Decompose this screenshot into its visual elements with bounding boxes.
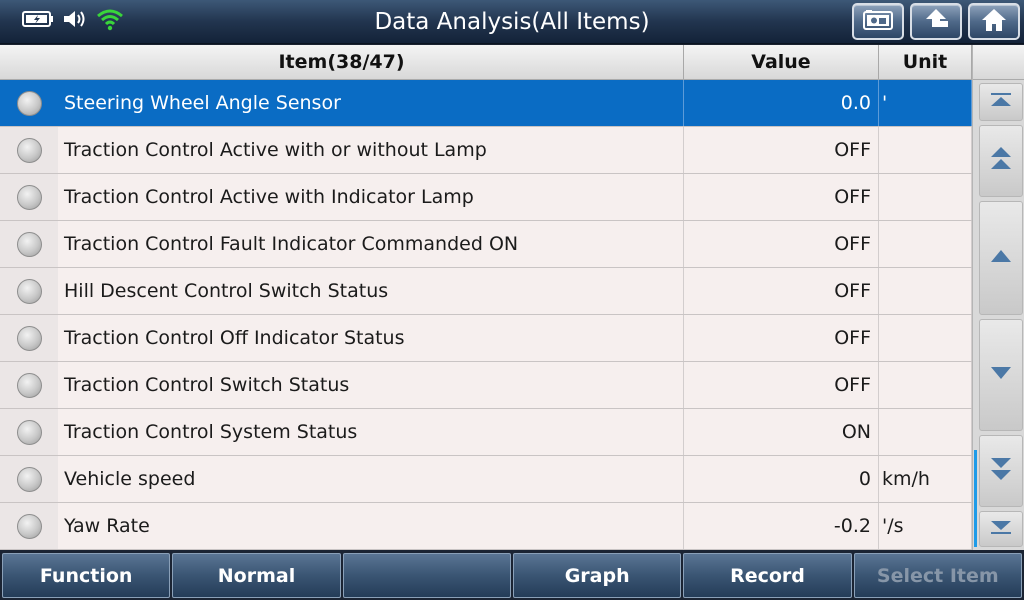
item-value: OFF (684, 362, 879, 408)
item-value: OFF (684, 174, 879, 220)
screenshot-icon (863, 9, 893, 35)
function-button[interactable]: Function (2, 553, 171, 598)
item-value: -0.2 (684, 503, 879, 549)
column-header-item[interactable]: Item(38/47) (0, 45, 684, 79)
item-name: Traction Control Switch Status (64, 374, 350, 396)
scroll-bottom-icon (989, 519, 1013, 539)
select-item-button[interactable]: Select Item (853, 553, 1022, 598)
item-name: Traction Control Off Indicator Status (64, 327, 405, 349)
item-unit (879, 409, 972, 455)
item-unit: km/h (879, 456, 972, 502)
item-unit (879, 174, 972, 220)
column-header-unit: Unit (879, 45, 972, 79)
table-row[interactable]: Traction Control Switch Status OFF (0, 362, 972, 409)
home-button[interactable] (968, 3, 1020, 40)
item-value: OFF (684, 127, 879, 173)
data-table: Item(38/47) Value Unit Steering Wheel An… (0, 45, 972, 550)
item-name: Hill Descent Control Switch Status (64, 280, 389, 302)
screenshot-button[interactable] (852, 3, 904, 40)
header-buttons (852, 3, 1020, 40)
item-unit: ' (879, 80, 972, 126)
radio-button[interactable] (16, 419, 42, 445)
item-value: 0.0 (684, 80, 879, 126)
page-down-button[interactable] (979, 435, 1023, 507)
radio-button[interactable] (16, 90, 42, 116)
page-up-button[interactable] (979, 125, 1023, 197)
item-name: Traction Control Active with Indicator L… (64, 186, 474, 208)
item-unit (879, 362, 972, 408)
back-icon (922, 7, 950, 37)
table-row[interactable]: Traction Control System Status ON (0, 409, 972, 456)
radio-button[interactable] (16, 466, 42, 492)
double-chevron-up-icon (989, 146, 1013, 176)
radio-button[interactable] (16, 184, 42, 210)
back-button[interactable] (910, 3, 962, 40)
item-unit: '/s (879, 503, 972, 549)
scroll-top-icon (989, 92, 1013, 112)
graph-button[interactable]: Graph (512, 553, 682, 598)
scroll-down-button[interactable] (979, 319, 1023, 431)
item-name: Traction Control Active with or without … (64, 139, 487, 161)
arrow-up-icon (989, 248, 1013, 268)
table-row[interactable]: Traction Control Fault Indicator Command… (0, 221, 972, 268)
scroll-bottom-button[interactable] (979, 511, 1023, 547)
home-icon (980, 7, 1008, 37)
radio-button[interactable] (16, 325, 42, 351)
table-row[interactable]: Traction Control Active with Indicator L… (0, 174, 972, 221)
table-header: Item(38/47) Value Unit (0, 45, 972, 80)
item-name: Traction Control Fault Indicator Command… (64, 233, 519, 255)
record-button[interactable]: Record (683, 553, 852, 598)
table-row[interactable]: Vehicle speed 0 km/h (0, 456, 972, 503)
item-value: 0 (684, 456, 879, 502)
item-value: OFF (684, 315, 879, 361)
table-row[interactable]: Yaw Rate -0.2 '/s (0, 503, 972, 550)
normal-button[interactable]: Normal (172, 553, 341, 598)
item-name: Steering Wheel Angle Sensor (64, 92, 341, 114)
column-header-value: Value (684, 45, 879, 79)
scroll-top-button[interactable] (979, 83, 1023, 121)
empty-button[interactable] (342, 553, 511, 598)
arrow-down-icon (989, 365, 1013, 385)
double-chevron-down-icon (989, 456, 1013, 486)
item-unit (879, 268, 972, 314)
scroll-position-indicator (974, 450, 977, 547)
scroll-header (973, 45, 1024, 80)
radio-button[interactable] (16, 372, 42, 398)
table-row[interactable]: Hill Descent Control Switch Status OFF (0, 268, 972, 315)
radio-button[interactable] (16, 278, 42, 304)
radio-button[interactable] (16, 513, 42, 539)
item-name: Yaw Rate (64, 515, 150, 537)
bottom-toolbar: Function Normal Graph Record Select Item (0, 550, 1024, 600)
scroll-up-button[interactable] (979, 201, 1023, 315)
item-value: OFF (684, 268, 879, 314)
radio-button[interactable] (16, 137, 42, 163)
item-name: Traction Control System Status (64, 421, 358, 443)
table-row[interactable]: Traction Control Active with or without … (0, 127, 972, 174)
table-row[interactable]: Steering Wheel Angle Sensor 0.0 ' (0, 80, 972, 127)
item-unit (879, 221, 972, 267)
title-bar: Data Analysis(All Items) (0, 0, 1024, 44)
scroll-controls (972, 45, 1024, 550)
item-unit (879, 127, 972, 173)
radio-button[interactable] (16, 231, 42, 257)
table-row[interactable]: Traction Control Off Indicator Status OF… (0, 315, 972, 362)
item-name: Vehicle speed (64, 468, 196, 490)
item-value: OFF (684, 221, 879, 267)
item-unit (879, 315, 972, 361)
item-value: ON (684, 409, 879, 455)
